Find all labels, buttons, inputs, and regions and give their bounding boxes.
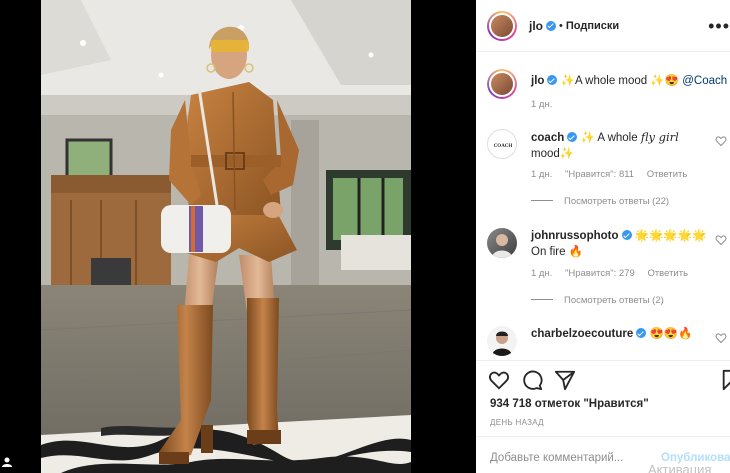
caption-meta: 1 дн. xyxy=(531,99,562,110)
comment-meta: 1 дн. "Нравится": 279 Ответить xyxy=(531,268,698,279)
following-button[interactable]: Подписки xyxy=(566,20,619,32)
comment-body: 😍😍🔥 xyxy=(649,328,693,340)
add-comment-input[interactable]: Добавьте комментарий... xyxy=(490,452,623,464)
caption-username[interactable]: jlo xyxy=(531,75,544,87)
comment-like-heart-icon[interactable] xyxy=(715,135,727,147)
post-actions: 934 718 отметок "Нравится" ДЕНЬ НАЗАД До… xyxy=(476,360,730,473)
comment-time: 1 дн. xyxy=(531,169,553,180)
comment-avatar[interactable] xyxy=(487,228,517,258)
caption-body: A whole mood xyxy=(574,75,648,87)
comment-body-script: fly girl xyxy=(640,130,679,144)
comment-text: coach ✨ A whole fly girl mood✨ xyxy=(531,129,721,162)
header-separator: • xyxy=(559,19,563,32)
post-image[interactable] xyxy=(41,0,411,473)
author-avatar[interactable] xyxy=(487,10,517,41)
reply-button[interactable]: Ответить xyxy=(647,169,688,180)
comments-list: jlo ✨A whole mood ✨😍 @Coach 1 дн. COACH … xyxy=(476,53,730,359)
comment-username[interactable]: charbelzoecouture xyxy=(531,328,633,340)
add-comment-bar: Добавьте комментарий... Опубликовать Акт… xyxy=(476,436,730,473)
comment-text: charbelzoecouture 😍😍🔥 xyxy=(531,326,721,342)
caption-mention-link[interactable]: @Coach xyxy=(682,75,727,87)
comment-like-heart-icon[interactable] xyxy=(715,332,727,344)
reply-button[interactable]: Ответить xyxy=(647,268,688,279)
caption-emoji-heart-eyes: ✨😍 xyxy=(650,75,680,87)
profile-icon[interactable] xyxy=(0,451,14,473)
comment-time: 1 дн. xyxy=(531,268,553,279)
likes-label: отметок "Нравится" xyxy=(534,398,649,410)
svg-text:COACH: COACH xyxy=(494,144,513,149)
comment-username[interactable]: coach xyxy=(531,132,564,144)
post-photo xyxy=(41,0,411,473)
comment-likes[interactable]: "Нравится": 279 xyxy=(565,268,635,279)
share-icon[interactable] xyxy=(554,369,576,396)
heart-icon[interactable] xyxy=(488,369,510,396)
verified-badge-icon xyxy=(636,328,647,338)
likes-count[interactable]: 934 718 отметок "Нравится" xyxy=(490,398,649,410)
caption-emoji-sparkles: ✨ xyxy=(560,75,575,87)
comment-username[interactable]: johnrussophoto xyxy=(531,230,619,242)
bookmark-icon[interactable] xyxy=(720,369,730,396)
comment-likes[interactable]: "Нравится": 811 xyxy=(565,169,634,180)
post-header: jlo • Подписки ••• xyxy=(476,0,730,52)
post-time-ago[interactable]: ДЕНЬ НАЗАД xyxy=(490,418,544,427)
comment-body-start: ✨ A whole xyxy=(580,132,641,144)
post-photo-area xyxy=(0,0,476,473)
comment-meta: 1 дн. "Нравится": 811 Ответить xyxy=(531,169,697,180)
verified-badge-icon xyxy=(567,132,578,142)
comment-like-heart-icon[interactable] xyxy=(715,234,727,246)
comment-icon[interactable] xyxy=(521,369,543,396)
more-options-icon[interactable]: ••• xyxy=(708,16,730,37)
view-replies-button[interactable]: Посмотреть ответы (2) xyxy=(531,295,664,306)
verified-badge-icon xyxy=(547,75,558,85)
comment-text: johnrussophoto 🌟🌟🌟🌟🌟 On fire 🔥 xyxy=(531,228,721,260)
caption-text: jlo ✨A whole mood ✨😍 @Coach xyxy=(531,73,730,89)
view-replies-button[interactable]: Посмотреть ответы (22) xyxy=(531,196,669,207)
post-panel: jlo • Подписки ••• jlo ✨A whole mood ✨😍 … xyxy=(476,0,730,473)
comment-avatar[interactable] xyxy=(487,326,517,356)
likes-number: 934 718 xyxy=(490,398,532,410)
caption-avatar[interactable] xyxy=(487,69,517,99)
caption-time: 1 дн. xyxy=(531,99,553,110)
verified-badge-icon xyxy=(621,230,632,240)
author-username[interactable]: jlo xyxy=(529,19,543,33)
comment-avatar[interactable]: COACH xyxy=(487,129,517,159)
activation-watermark: Активация xyxy=(648,462,712,473)
verified-badge-icon xyxy=(546,20,556,31)
comment-body-end: mood✨ xyxy=(531,148,575,160)
